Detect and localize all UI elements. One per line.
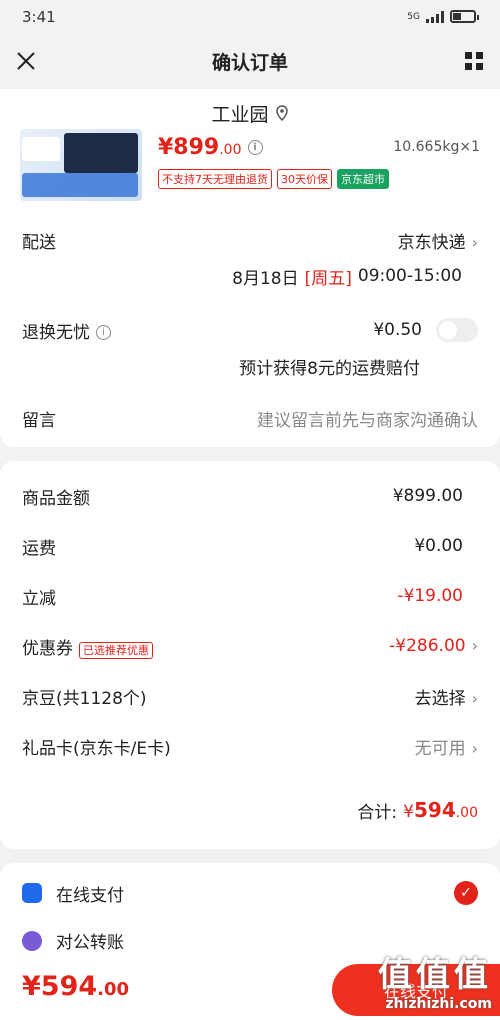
coupon-row[interactable]: 优惠券 已选推荐优惠 -¥286.00 ›: [0, 621, 500, 671]
payment-online-row[interactable]: 在线支付 ✓: [0, 863, 500, 923]
product-weight: 10.665kg×1: [393, 139, 480, 155]
beans-value: 去选择: [414, 688, 466, 709]
summary-card: 商品金额 ¥899.00 运费 ¥0.00 立减 -¥19.00 优惠券 已选推荐…: [0, 461, 500, 849]
status-bar: 3:41 5G: [0, 0, 500, 33]
info-icon[interactable]: i: [247, 140, 263, 155]
location-pin-icon: [275, 105, 288, 121]
discount-value: -¥19.00: [397, 586, 463, 606]
product-tags: 不支持7天无理由退货 30天价保 京东超市: [158, 169, 480, 189]
chevron-right-icon: ›: [471, 232, 478, 252]
check-icon[interactable]: ✓: [454, 881, 478, 905]
delivery-time-row[interactable]: 8月18日 [周五] 09:00-15:00: [0, 265, 500, 289]
nav-bar: 确认订单: [0, 33, 500, 89]
bottom-total: ¥594.00: [22, 970, 130, 1002]
address-text: 工业园: [211, 103, 269, 126]
coupon-value: -¥286.00: [389, 636, 466, 656]
tag-price-protect: 30天价保: [277, 169, 332, 189]
online-pay-icon: [22, 883, 42, 903]
product-info: ¥899.00 i 10.665kg×1 不支持7天无理由退货 30天价保 京东超…: [158, 129, 480, 205]
returns-row: 退换无忧 i ¥0.50: [0, 307, 500, 353]
giftcard-label: 礼品卡(京东卡/E卡): [22, 738, 171, 759]
chevron-right-icon: ›: [471, 688, 478, 708]
corporate-pay-label: 对公转账: [56, 933, 124, 953]
product-thumbnail[interactable]: [20, 129, 142, 201]
giftcard-value: 无可用: [414, 738, 466, 759]
signal-icon: [426, 10, 444, 23]
corporate-pay-icon: [22, 930, 42, 951]
status-icons: 5G: [407, 10, 479, 23]
returns-toggle[interactable]: [436, 318, 478, 342]
returns-label: 退换无忧: [22, 322, 90, 343]
goods-label: 商品金额: [22, 488, 90, 509]
beans-label: 京豆(共1128个): [22, 688, 147, 709]
address-row[interactable]: 工业园: [0, 89, 500, 129]
gift-card-row[interactable]: 礼品卡(京东卡/E卡) 无可用 ›: [0, 721, 500, 771]
total-value: ¥594.00: [403, 798, 478, 822]
shipping-label: 运费: [22, 538, 56, 559]
product-item[interactable]: ¥899.00 i 10.665kg×1 不支持7天无理由退货 30天价保 京东超…: [0, 129, 500, 205]
delivery-label: 配送: [22, 232, 56, 253]
delivery-time: 09:00-15:00: [357, 266, 462, 286]
delivery-weekday: [周五]: [304, 268, 352, 289]
message-input[interactable]: 建议留言前先与商家沟通确认: [257, 406, 478, 431]
total-label: 合计:: [357, 802, 398, 823]
order-card: 工业园 ¥899.00 i 10.665kg×1 不支持7天无理由退货 30天价保…: [0, 89, 500, 447]
battery-icon: [450, 10, 479, 23]
goods-amount-row: 商品金额 ¥899.00: [0, 471, 500, 521]
delivery-value: 京东快递: [397, 232, 466, 253]
chevron-right-icon: ›: [471, 738, 478, 758]
info-icon[interactable]: i: [96, 325, 111, 340]
network-label: 5G: [407, 11, 420, 22]
delivery-date: 8月18日: [232, 268, 299, 289]
returns-note: 预计获得8元的运费赔付: [239, 358, 420, 379]
returns-note-row: 预计获得8元的运费赔付: [0, 353, 500, 379]
watermark: 值值值 zhizhizhi.com: [378, 955, 492, 1012]
page-title: 确认订单: [211, 51, 288, 74]
tag-jd-supermarket: 京东超市: [337, 169, 389, 189]
message-row[interactable]: 留言 建议留言前先与商家沟通确认: [0, 395, 500, 441]
total-row: 合计: ¥594.00: [0, 785, 500, 835]
message-label: 留言: [22, 410, 56, 431]
close-icon[interactable]: [16, 51, 36, 71]
returns-price: ¥0.50: [373, 320, 422, 340]
chevron-right-icon: ›: [471, 636, 478, 655]
status-time: 3:41: [22, 7, 56, 26]
grid-icon[interactable]: [464, 51, 484, 71]
discount-row: 立减 -¥19.00: [0, 571, 500, 621]
online-pay-label: 在线支付: [56, 885, 124, 906]
coupon-tag: 已选推荐优惠: [79, 641, 153, 659]
goods-value: ¥899.00: [392, 486, 463, 506]
shipping-value: ¥0.00: [414, 536, 463, 556]
product-price: ¥899.00 i: [158, 135, 263, 160]
coupon-label: 优惠券: [22, 638, 73, 659]
delivery-row[interactable]: 配送 京东快递 ›: [0, 215, 500, 265]
shipping-row: 运费 ¥0.00: [0, 521, 500, 571]
tag-no-return: 不支持7天无理由退货: [158, 169, 272, 189]
jd-beans-row[interactable]: 京豆(共1128个) 去选择 ›: [0, 671, 500, 721]
discount-label: 立减: [22, 588, 56, 609]
